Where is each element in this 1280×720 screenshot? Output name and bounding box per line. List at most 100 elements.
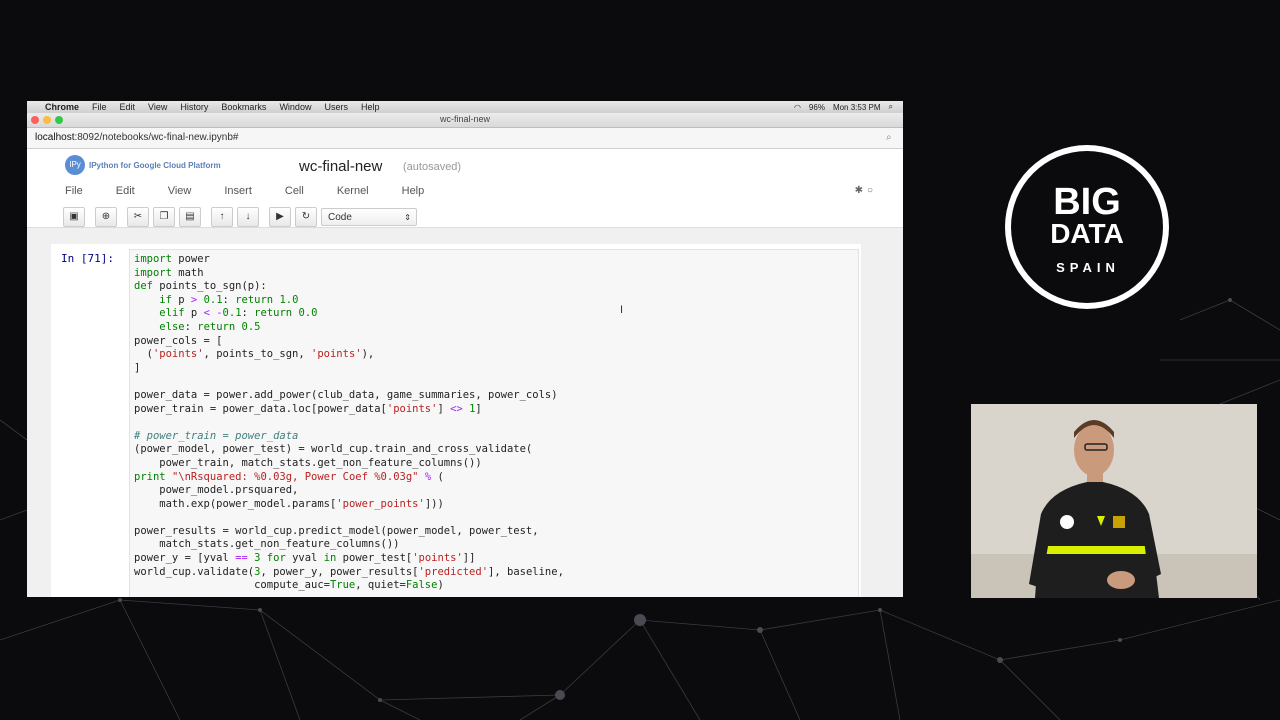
code-token: ] <box>475 402 482 415</box>
code-line[interactable]: else: return 0.5 <box>134 321 564 335</box>
code-line[interactable]: power_y = [yval == 3 for yval in power_t… <box>134 552 564 566</box>
nb-menu-view[interactable]: View <box>168 185 192 197</box>
code-line[interactable]: power_results = world_cup.predict_model(… <box>134 525 564 539</box>
code-token: 'points' <box>311 348 362 361</box>
code-line[interactable]: if p > 0.1: return 1.0 <box>134 294 564 308</box>
ipython-logo[interactable]: IPy IPython for Google Cloud Platform <box>65 155 221 175</box>
run-button[interactable]: ▶ <box>269 207 291 227</box>
paste-button[interactable]: ▤ <box>179 207 201 227</box>
code-token: 'power_points' <box>336 497 425 510</box>
code-line[interactable]: match_stats.get_non_feature_columns()) <box>134 538 564 552</box>
cell-type-select[interactable]: Code ⇕ <box>321 208 417 226</box>
code-line[interactable]: ('points', points_to_sgn, 'points'), <box>134 348 564 362</box>
code-line[interactable]: import power <box>134 253 564 267</box>
copy-icon: ❐ <box>159 211 169 222</box>
menu-help[interactable]: Help <box>361 102 380 112</box>
code-line[interactable]: math.exp(power_model.params['power_point… <box>134 498 564 512</box>
code-token: 1.0 <box>279 293 299 306</box>
code-token: ]] <box>462 552 476 565</box>
search-icon[interactable]: ⌕ <box>886 132 895 143</box>
select-arrows-icon: ⇕ <box>404 213 411 222</box>
menu-window[interactable]: Window <box>279 102 311 112</box>
ipython-logo-icon: IPy <box>65 155 85 175</box>
move-down-icon: ↓ <box>245 211 251 222</box>
code-token: p <box>184 307 204 320</box>
code-line[interactable]: compute_auc=True, quiet=False) <box>134 579 564 593</box>
code-token: : <box>222 293 236 306</box>
code-line[interactable]: (power_model, power_test) = world_cup.tr… <box>134 443 564 457</box>
code-line[interactable] <box>134 375 564 389</box>
mac-menubar: Chrome File Edit View History Bookmarks … <box>27 101 903 113</box>
code-line[interactable]: world_cup.validate(3, power_y, power_res… <box>134 566 564 580</box>
notebook-name[interactable]: wc-final-new <box>299 158 382 175</box>
menu-users[interactable]: Users <box>324 102 348 112</box>
code-line[interactable]: power_model.prsquared, <box>134 484 564 498</box>
copy-button[interactable]: ❐ <box>153 207 175 227</box>
menu-edit[interactable]: Edit <box>120 102 136 112</box>
code-token: 'points' <box>152 348 204 361</box>
code-token: , quiet= <box>355 579 406 592</box>
code-line[interactable]: # power_train = power_data <box>134 430 564 444</box>
menu-view[interactable]: View <box>148 102 167 112</box>
nb-menu-edit[interactable]: Edit <box>116 185 135 197</box>
menu-history[interactable]: History <box>180 102 208 112</box>
code-line[interactable] <box>134 416 564 430</box>
notebook-area: In [71]: import power import math def poin… <box>27 227 903 597</box>
restart-button[interactable]: ↻ <box>295 207 317 227</box>
code-token: power <box>171 253 210 265</box>
code-editor[interactable]: import power import math def points_to_sgn… <box>134 253 564 593</box>
wifi-icon[interactable]: ◠ <box>794 103 801 112</box>
screen-capture: Chrome File Edit View History Bookmarks … <box>27 101 903 597</box>
code-token: for <box>266 552 286 565</box>
code-token: <> <box>450 402 463 415</box>
paste-icon: ▤ <box>185 211 195 222</box>
code-token: False <box>405 579 438 592</box>
nb-menu-help[interactable]: Help <box>402 185 425 197</box>
url-host: localhost <box>35 132 75 143</box>
code-token: 'points' <box>412 552 463 565</box>
notebook-header: IPy IPython for Google Cloud Platform wc… <box>27 149 903 227</box>
code-line[interactable]: def points_to_sgn(p): <box>134 280 564 294</box>
spotlight-icon[interactable]: ⌕ <box>889 102 893 112</box>
nb-menu-kernel[interactable]: Kernel <box>337 185 369 197</box>
code-token: ( <box>134 348 153 361</box>
autosave-status: (autosaved) <box>403 161 462 173</box>
cut-button[interactable]: ✂ <box>127 207 149 227</box>
save-button[interactable]: ▣ <box>63 207 85 227</box>
move-up-button[interactable]: ↑ <box>211 207 233 227</box>
move-up-icon: ↑ <box>219 211 225 222</box>
kernel-status-indicator: ✱○ <box>855 185 877 196</box>
code-line[interactable]: power_train, match_stats.get_non_feature… <box>134 457 564 471</box>
code-token: import <box>134 266 172 279</box>
address-bar[interactable]: localhost:8092/notebooks/wc-final-new.ip… <box>27 128 903 149</box>
menu-chrome[interactable]: Chrome <box>45 102 79 112</box>
code-line[interactable]: elif p < -0.1: return 0.0 <box>134 307 564 321</box>
notebook-menubar: File Edit View Insert Cell Kernel Help <box>65 185 457 197</box>
code-token: math <box>171 266 204 279</box>
cell-input[interactable]: import power import math def points_to_sgn… <box>129 249 859 597</box>
nb-menu-cell[interactable]: Cell <box>285 185 304 197</box>
menu-file[interactable]: File <box>92 102 107 112</box>
code-token: import <box>134 253 172 265</box>
code-line[interactable]: power_train = power_data.loc[power_data[… <box>134 403 564 417</box>
nb-menu-insert[interactable]: Insert <box>224 185 252 197</box>
move-down-button[interactable]: ↓ <box>237 207 259 227</box>
clock[interactable]: Mon 3:53 PM <box>833 103 881 112</box>
code-line[interactable]: print "\nRsquared: %0.03g, Power Coef %0… <box>134 471 564 485</box>
code-token: def <box>134 280 153 293</box>
code-token: return <box>235 293 274 306</box>
nb-menu-file[interactable]: File <box>65 185 83 197</box>
code-line[interactable]: import math <box>134 267 564 281</box>
url-text[interactable]: localhost:8092/notebooks/wc-final-new.ip… <box>35 132 238 143</box>
code-line[interactable]: ] <box>134 362 564 376</box>
code-line[interactable]: power_data = power.add_power(club_data, … <box>134 389 564 403</box>
code-token: True <box>329 579 356 592</box>
menu-bookmarks[interactable]: Bookmarks <box>221 102 266 112</box>
code-line[interactable]: power_cols = [ <box>134 335 564 349</box>
cut-icon: ✂ <box>133 211 143 222</box>
insert-cell-button[interactable]: ⊕ <box>95 207 117 227</box>
code-line[interactable] <box>134 511 564 525</box>
text-cursor-icon: I <box>620 304 624 316</box>
code-cell[interactable]: In [71]: import power import math def poin… <box>51 244 861 597</box>
battery-level[interactable]: 96% <box>809 103 825 112</box>
